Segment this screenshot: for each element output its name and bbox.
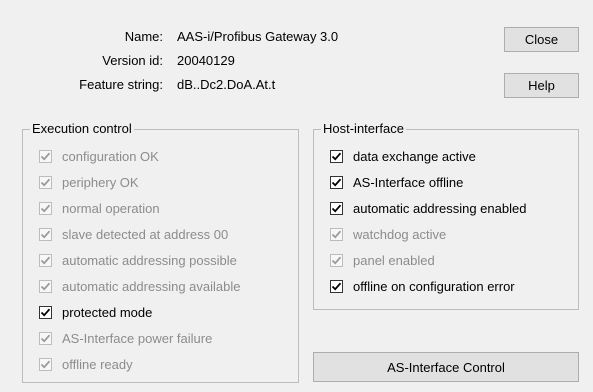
checkbox-data-exchange-active[interactable]: data exchange active: [330, 146, 476, 166]
checkbox-automatic-addressing-enabled[interactable]: automatic addressing enabled: [330, 198, 526, 218]
checkbox-as-interface-offline[interactable]: AS-Interface offline: [330, 172, 463, 192]
check-mark-icon: [40, 282, 51, 291]
checkbox-box: [39, 175, 52, 189]
checkbox-automatic-addressing-available: automatic addressing available: [39, 276, 241, 296]
check-mark-icon: [331, 204, 342, 213]
checkbox-label: data exchange active: [353, 148, 476, 164]
checkbox-box[interactable]: [330, 279, 343, 293]
check-mark-icon: [40, 230, 51, 239]
checkbox-label: panel enabled: [353, 252, 435, 268]
checkbox-box: [330, 253, 343, 267]
version-label: Version id:: [102, 53, 163, 68]
checkbox-offline-on-configuration-error[interactable]: offline on configuration error: [330, 276, 515, 296]
checkbox-label: offline ready: [62, 356, 133, 372]
checkbox-label: configuration OK: [62, 148, 159, 164]
checkbox-watchdog-active: watchdog active: [330, 224, 446, 244]
as-interface-control-button[interactable]: AS-Interface Control: [313, 352, 579, 382]
checkbox-label: offline on configuration error: [353, 278, 515, 294]
name-value: AAS-i/Profibus Gateway 3.0: [177, 29, 339, 44]
checkbox-configuration-ok: configuration OK: [39, 146, 159, 166]
version-value: 20040129: [177, 53, 235, 68]
checkbox-box: [39, 331, 52, 345]
check-mark-icon: [331, 152, 342, 161]
help-button[interactable]: Help: [504, 73, 579, 98]
checkbox-slave-detected-at-address-00: slave detected at address 00: [39, 224, 228, 244]
host-interface-group: Host-interface data exchange active AS-In…: [313, 121, 579, 310]
checkbox-label: AS-Interface offline: [353, 174, 464, 190]
check-mark-icon: [40, 256, 51, 265]
name-label: Name:: [124, 29, 163, 44]
check-mark-icon: [40, 204, 51, 213]
checkbox-automatic-addressing-possible: automatic addressing possible: [39, 250, 237, 270]
execution-control-title: Execution control: [30, 121, 134, 136]
checkbox-box: [330, 227, 343, 241]
checkbox-box[interactable]: [330, 149, 343, 163]
checkbox-box: [39, 201, 52, 215]
checkbox-protected-mode[interactable]: protected mode: [39, 302, 152, 322]
checkbox-label: slave detected at address 00: [62, 226, 229, 242]
checkbox-box: [39, 279, 52, 293]
checkbox-box[interactable]: [39, 305, 52, 319]
checkbox-label: protected mode: [62, 304, 153, 320]
checkbox-as-interface-power-failure: AS-Interface power failure: [39, 328, 212, 348]
checkbox-label: periphery OK: [62, 174, 139, 190]
checkbox-panel-enabled: panel enabled: [330, 250, 435, 270]
check-mark-icon: [40, 308, 51, 317]
check-mark-icon: [40, 360, 51, 369]
feature-string-value: dB..Dc2.DoA.At.t: [177, 77, 276, 92]
checkbox-box[interactable]: [330, 175, 343, 189]
checkbox-label: watchdog active: [353, 226, 447, 242]
check-mark-icon: [331, 282, 342, 291]
checkbox-offline-ready: offline ready: [39, 354, 133, 374]
check-mark-icon: [40, 178, 51, 187]
check-mark-icon: [331, 230, 342, 239]
check-mark-icon: [40, 152, 51, 161]
check-mark-icon: [331, 256, 342, 265]
checkbox-normal-operation: normal operation: [39, 198, 160, 218]
checkbox-box[interactable]: [330, 201, 343, 215]
checkbox-label: normal operation: [62, 200, 160, 216]
check-mark-icon: [331, 178, 342, 187]
execution-control-group: Execution control configuration OK periph…: [22, 121, 299, 383]
checkbox-label: AS-Interface power failure: [62, 330, 213, 346]
host-interface-title: Host-interface: [321, 121, 406, 136]
checkbox-periphery-ok: periphery OK: [39, 172, 139, 192]
checkbox-label: automatic addressing possible: [62, 252, 237, 268]
checkbox-label: automatic addressing available: [62, 278, 241, 294]
checkbox-box: [39, 357, 52, 371]
check-mark-icon: [40, 334, 51, 343]
feature-string-label: Feature string:: [79, 77, 163, 92]
checkbox-box: [39, 149, 52, 163]
checkbox-box: [39, 227, 52, 241]
checkbox-box: [39, 253, 52, 267]
close-button[interactable]: Close: [504, 27, 579, 52]
checkbox-label: automatic addressing enabled: [353, 200, 527, 216]
